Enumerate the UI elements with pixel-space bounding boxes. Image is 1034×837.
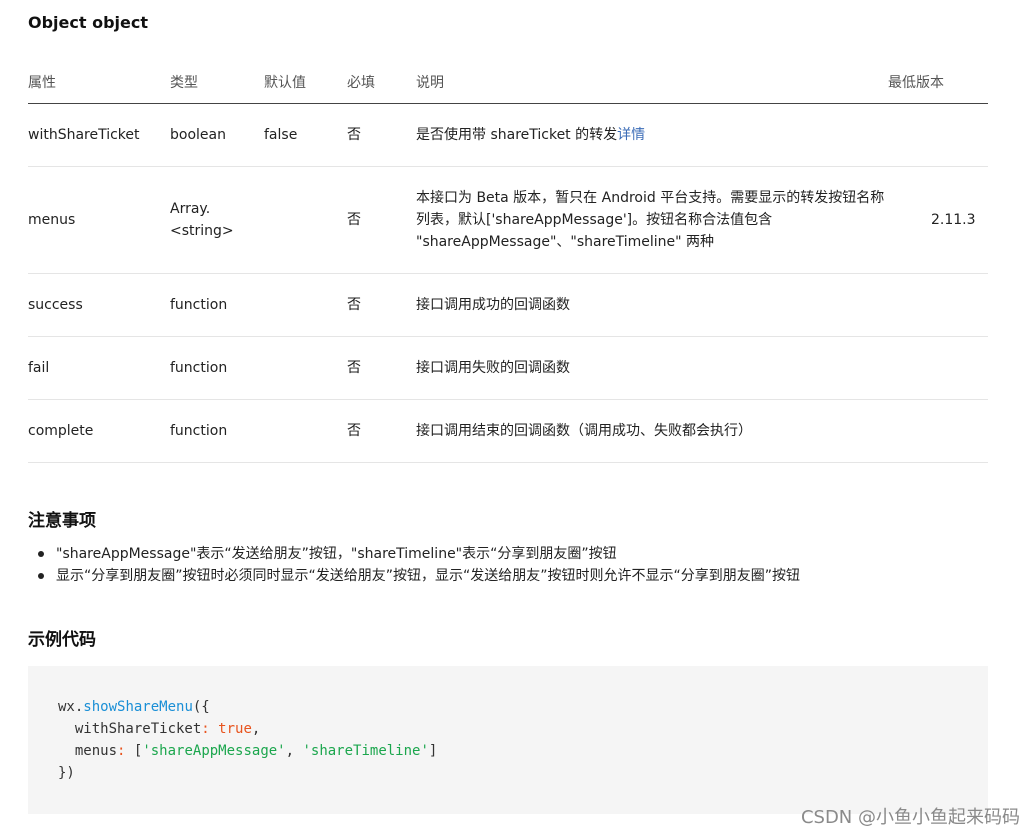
code-token: : xyxy=(201,721,210,737)
type-line: <string> xyxy=(170,223,234,239)
cell-version xyxy=(888,399,988,463)
code-token: , xyxy=(251,721,261,737)
notes-list: "shareAppMessage"表示“发送给朋友”按钮，"shareTimel… xyxy=(28,543,800,587)
code-token: wx xyxy=(58,699,75,715)
properties-table: 属性 类型 默认值 必填 说明 最低版本 withShareTicket boo… xyxy=(28,60,988,463)
cell-name: success xyxy=(28,273,170,337)
cell-type: Array. <string> xyxy=(170,166,264,274)
example-title: 示例代码 xyxy=(28,630,96,650)
header-description: 说明 xyxy=(416,60,888,104)
code-token: ] xyxy=(428,743,438,759)
cell-description: 是否使用带 shareTicket 的转发详情 xyxy=(416,103,888,167)
header-name: 属性 xyxy=(28,60,170,104)
list-item: 显示“分享到朋友圈”按钮时必须同时显示“发送给朋友”按钮，显示“发送给朋友”按钮… xyxy=(38,565,801,587)
code-token-string: 'shareTimeline' xyxy=(302,743,429,759)
table-row: complete function 否 接口调用结束的回调函数（调用成功、失败都… xyxy=(28,399,988,463)
table-header-row: 属性 类型 默认值 必填 说明 最低版本 xyxy=(28,60,988,104)
table-row: success function 否 接口调用成功的回调函数 xyxy=(28,273,988,337)
description-line: 本接口为 Beta 版本，暂只在 Android 平台支持。需要显示的转发按钮名… xyxy=(416,190,885,206)
description-text: 是否使用带 shareTicket 的转发 xyxy=(416,127,618,143)
cell-required: 否 xyxy=(347,399,416,463)
cell-required: 否 xyxy=(347,336,416,400)
code-block[interactable]: wx.showShareMenu({ withShareTicket: true… xyxy=(28,666,988,814)
note-text: "shareAppMessage"表示“发送给朋友”按钮，"shareTimel… xyxy=(56,546,617,562)
cell-description: 接口调用失败的回调函数 xyxy=(416,336,888,400)
cell-default xyxy=(264,336,347,400)
cell-name: menus xyxy=(28,166,170,274)
code-token-keyword: true xyxy=(218,721,252,737)
description-line: 列表，默认['shareAppMessage']。按钮名称合法值包含 xyxy=(416,212,773,228)
table-row: fail function 否 接口调用失败的回调函数 xyxy=(28,336,988,400)
bullet-icon xyxy=(38,573,44,579)
cell-description: 接口调用结束的回调函数（调用成功、失败都会执行） xyxy=(416,399,888,463)
cell-version xyxy=(888,273,988,337)
type-line: Array. xyxy=(170,201,211,217)
code-token: , xyxy=(285,743,303,759)
cell-type: function xyxy=(170,399,264,463)
cell-default xyxy=(264,399,347,463)
header-min-version: 最低版本 xyxy=(888,60,988,104)
table-row: withShareTicket boolean false 否 是否使用带 sh… xyxy=(28,103,988,167)
header-required: 必填 xyxy=(347,60,416,104)
code-token-key: menus xyxy=(58,743,118,759)
code-token: [ xyxy=(125,743,143,759)
cell-default xyxy=(264,273,347,337)
cell-required: 否 xyxy=(347,103,416,167)
bullet-icon xyxy=(38,551,44,557)
cell-description: 接口调用成功的回调函数 xyxy=(416,273,888,337)
cell-version xyxy=(888,103,988,167)
object-title: Object object xyxy=(28,13,149,32)
code-token: }) xyxy=(58,765,75,781)
table-row: menus Array. <string> 否 本接口为 Beta 版本，暂只在 … xyxy=(28,166,988,274)
cell-required: 否 xyxy=(347,166,416,274)
list-item: "shareAppMessage"表示“发送给朋友”按钮，"shareTimel… xyxy=(38,543,800,565)
details-link[interactable]: 详情 xyxy=(617,127,645,143)
cell-version: 2.11.3 xyxy=(888,166,988,274)
cell-name: complete xyxy=(28,399,170,463)
code-token: ({ xyxy=(192,699,210,715)
code-token-key: withShareTicket xyxy=(58,721,202,737)
cell-type: function xyxy=(170,336,264,400)
header-type: 类型 xyxy=(170,60,264,104)
watermark-text: CSDN @小鱼小鱼起来码码 xyxy=(800,807,1020,828)
code-token-function: showShareMenu xyxy=(83,699,193,715)
cell-name: withShareTicket xyxy=(28,103,170,167)
cell-type: function xyxy=(170,273,264,337)
code-token-string: 'shareAppMessage' xyxy=(142,743,286,759)
cell-type: boolean xyxy=(170,103,264,167)
cell-default: false xyxy=(264,103,347,167)
cell-version xyxy=(888,336,988,400)
header-default: 默认值 xyxy=(264,60,347,104)
cell-required: 否 xyxy=(347,273,416,337)
cell-description: 本接口为 Beta 版本，暂只在 Android 平台支持。需要显示的转发按钮名… xyxy=(416,166,888,274)
cell-default xyxy=(264,166,347,274)
cell-name: fail xyxy=(28,336,170,400)
note-text: 显示“分享到朋友圈”按钮时必须同时显示“发送给朋友”按钮，显示“发送给朋友”按钮… xyxy=(56,568,801,584)
description-line: "shareAppMessage"、"shareTimeline" 两种 xyxy=(416,234,715,250)
notes-title: 注意事项 xyxy=(28,511,96,531)
